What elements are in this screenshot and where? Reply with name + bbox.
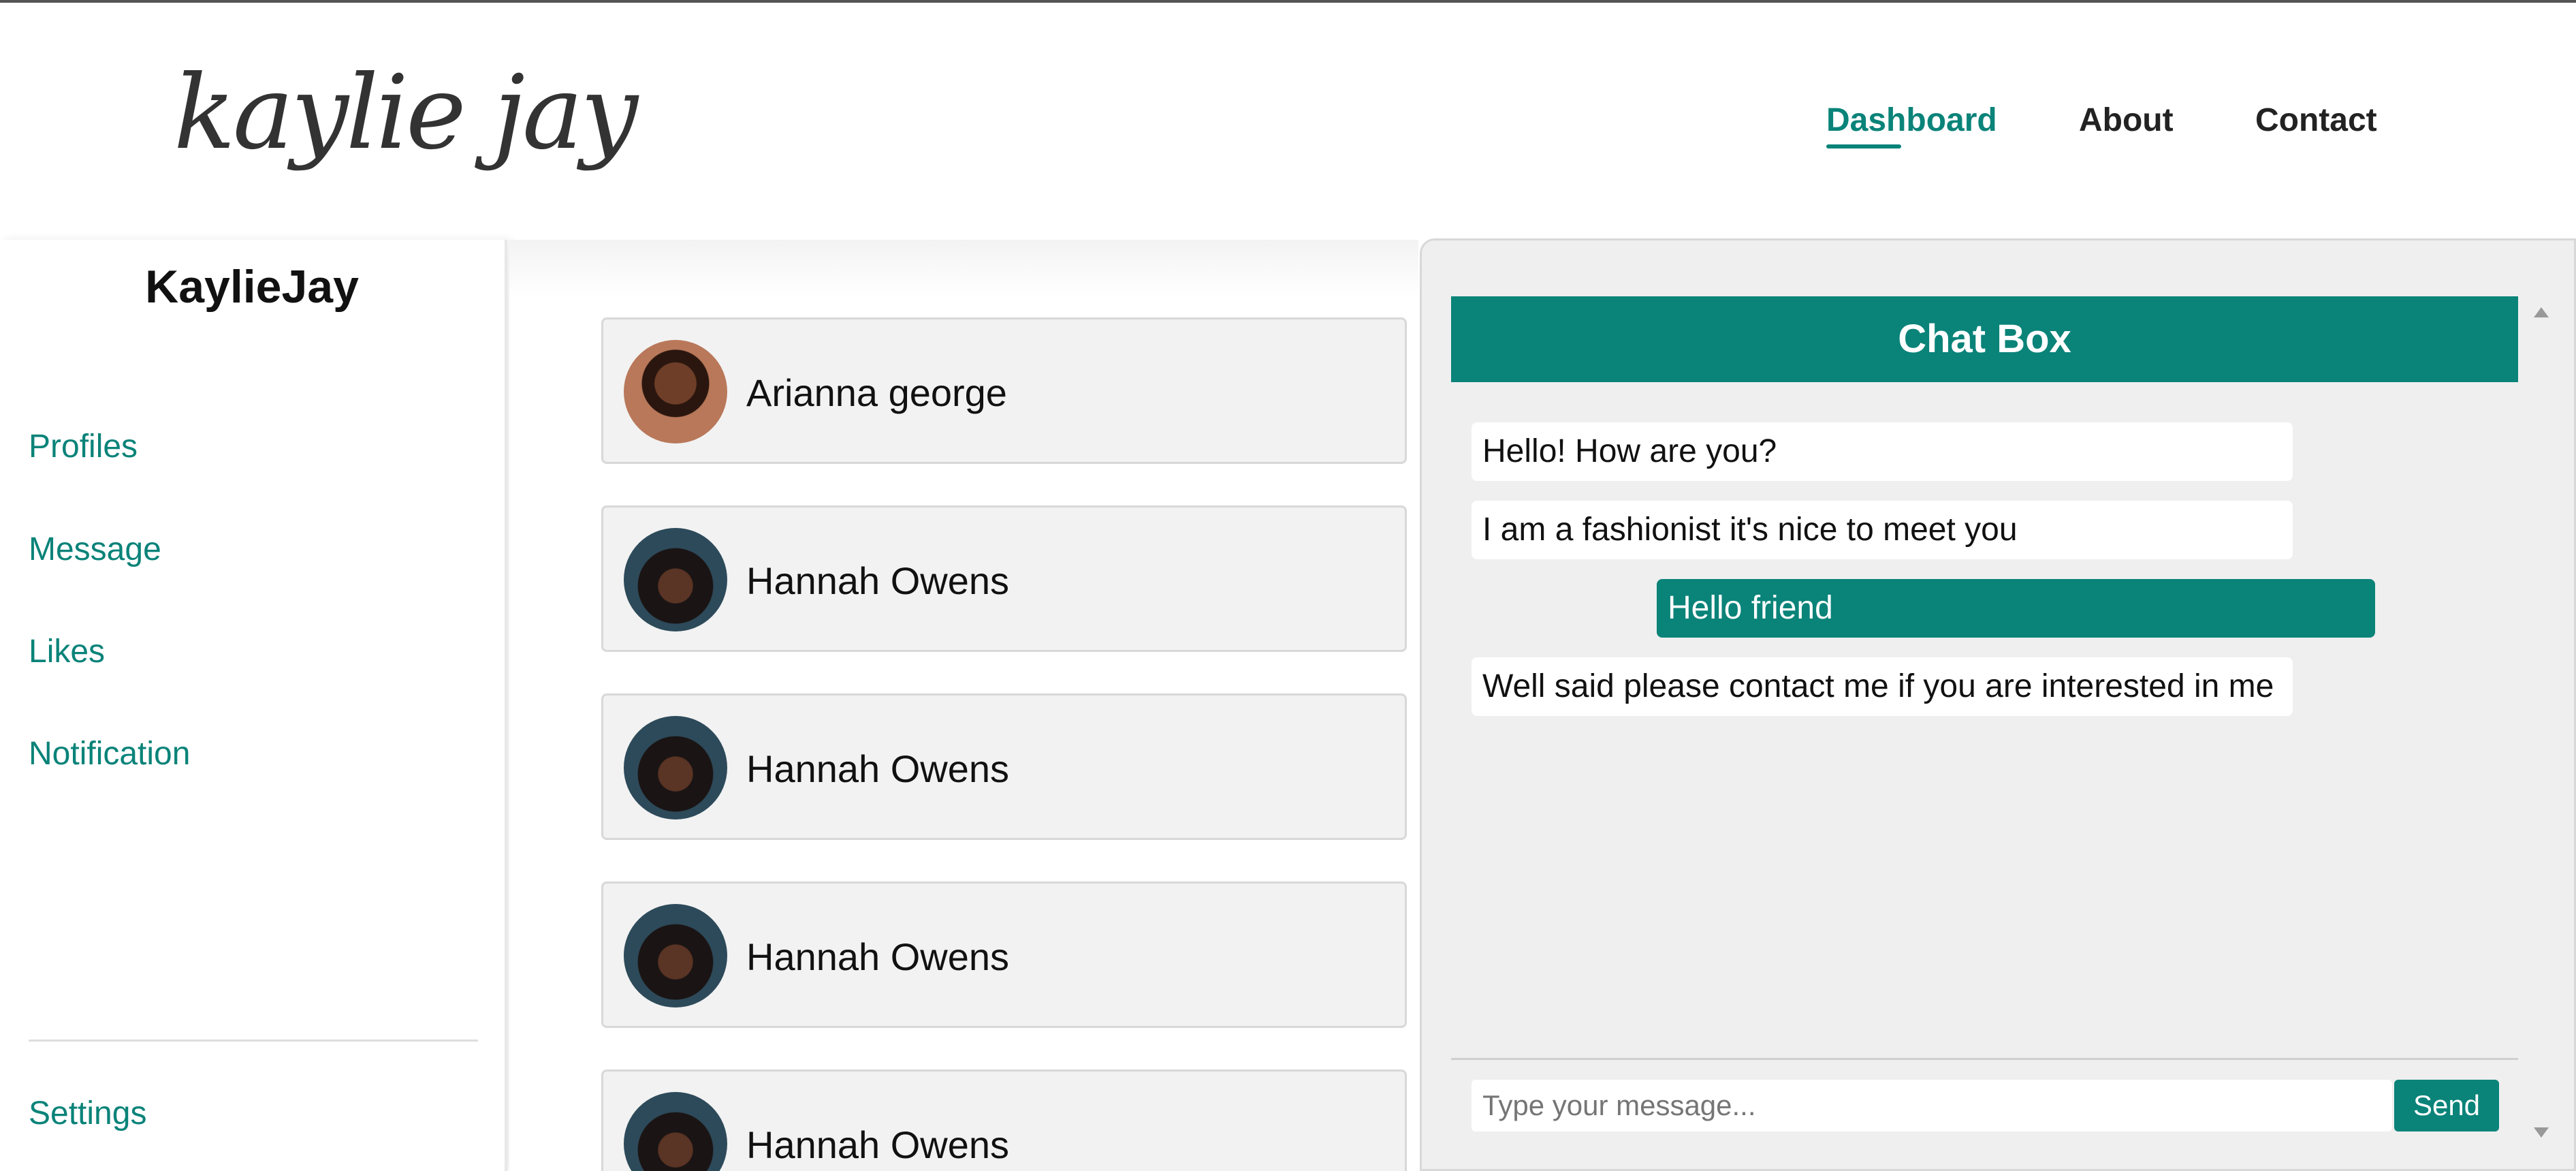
sidebar-item-likes[interactable]: Likes [29, 633, 105, 670]
chat-input-divider [1451, 1058, 2518, 1060]
chat-message-incoming: I am a fashionist it's nice to meet you [1472, 501, 2293, 559]
profile-name: Hannah Owens [746, 559, 1010, 602]
sidebar-title: KaylieJay [145, 261, 359, 313]
sidebar-item-notification[interactable]: Notification [29, 735, 190, 772]
sidebar-divider [29, 1040, 478, 1042]
chat-message-incoming: Well said please contact me if you are i… [1472, 657, 2293, 716]
profile-card[interactable]: Hannah Owens [601, 693, 1407, 840]
send-button[interactable]: Send [2394, 1080, 2499, 1131]
sidebar-item-settings[interactable]: Settings [29, 1095, 146, 1132]
profile-card[interactable]: Hannah Owens [601, 881, 1407, 1028]
site-header: kaylie jay Dashboard About Contact [0, 3, 2576, 240]
list-top-shadow [509, 240, 1418, 297]
scroll-up-arrow-icon[interactable] [2534, 307, 2549, 317]
profile-card[interactable]: Arianna george [601, 317, 1407, 464]
message-input[interactable] [1472, 1080, 2392, 1131]
profile-name: Hannah Owens [746, 1123, 1010, 1166]
sidebar-item-message[interactable]: Message [29, 531, 161, 568]
kaylie-jay-logo[interactable]: kaylie jay [174, 40, 638, 204]
chat-message-outgoing: Hello friend [1657, 579, 2375, 638]
profile-name: Arianna george [746, 371, 1007, 414]
nav-active-underline [1826, 144, 1901, 149]
sidebar: KaylieJay Profiles Message Likes Notific… [0, 240, 507, 1171]
chat-panel: Chat Box Hello! How are you? I am a fash… [1420, 238, 2576, 1171]
profile-list[interactable]: Arianna george Hannah Owens Hannah Owens… [509, 240, 1418, 1171]
avatar [624, 904, 727, 1008]
nav-dashboard-link[interactable]: Dashboard [1826, 102, 1997, 139]
sidebar-item-profiles[interactable]: Profiles [29, 428, 138, 465]
avatar [624, 716, 727, 819]
scroll-down-arrow-icon[interactable] [2534, 1127, 2549, 1138]
avatar [624, 1092, 727, 1171]
profile-name: Hannah Owens [746, 747, 1010, 790]
chat-message-incoming: Hello! How are you? [1472, 422, 2293, 481]
nav-contact-link[interactable]: Contact [2255, 102, 2377, 139]
nav-about-link[interactable]: About [2079, 102, 2174, 139]
avatar [624, 528, 727, 631]
profile-name: Hannah Owens [746, 935, 1010, 978]
chat-box-title: Chat Box [1451, 296, 2518, 382]
avatar [624, 340, 727, 443]
logo-wordmark: kaylie jay [174, 54, 638, 172]
profile-card[interactable]: Hannah Owens [601, 505, 1407, 652]
profile-card[interactable]: Hannah Owens [601, 1069, 1407, 1171]
